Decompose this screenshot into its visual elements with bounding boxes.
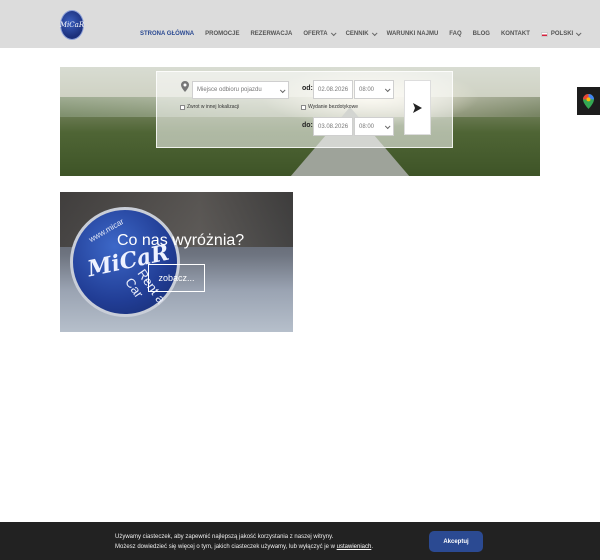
- chevron-down-icon: [279, 87, 286, 94]
- from-label: od:: [302, 85, 313, 92]
- search-submit-button[interactable]: [404, 80, 431, 135]
- chevron-down-icon: [330, 30, 337, 37]
- cookie-line-2: Możesz dowiedzieć się więcej o tym, jaki…: [115, 544, 373, 550]
- nav-home[interactable]: STRONA GŁÓWNA: [140, 31, 194, 37]
- nav-blog[interactable]: BLOG: [473, 31, 490, 37]
- nav-offer[interactable]: OFERTA: [303, 30, 337, 37]
- logo-text: MiCaR: [59, 21, 85, 29]
- language-switcher[interactable]: POLSKI: [540, 30, 582, 37]
- nav-rental-terms[interactable]: WARUNKI NAJMU: [387, 31, 439, 37]
- return-other-location-checkbox[interactable]: Zwrot w innej lokalizacji: [180, 104, 239, 110]
- site-logo[interactable]: MiCaR: [60, 10, 84, 40]
- nav-pricing[interactable]: CENNIK: [346, 30, 378, 37]
- nav-faq[interactable]: FAQ: [449, 31, 461, 37]
- cookie-text: Używamy ciasteczek, aby zapewnić najleps…: [115, 532, 373, 552]
- chevron-down-icon: [576, 30, 582, 37]
- see-more-button[interactable]: zobacz...: [148, 264, 205, 292]
- to-label: do:: [302, 122, 313, 129]
- cookie-settings-link[interactable]: ustawieniach: [337, 544, 372, 550]
- nav-reservation[interactable]: REZERWACJA: [250, 31, 292, 37]
- micar-badge-image: www.micar MiCaR Rent a Car: [70, 207, 180, 317]
- nav-promotions[interactable]: PROMOCJE: [205, 31, 239, 37]
- google-maps-widget[interactable]: [577, 87, 600, 115]
- promo-title: Co nas wyróżnia?: [117, 232, 245, 249]
- from-date-field[interactable]: 02.08.2026: [313, 80, 353, 99]
- contactless-delivery-checkbox[interactable]: Wydanie bezdotykowe: [301, 104, 358, 110]
- to-date-field[interactable]: 03.08.2026: [313, 117, 353, 136]
- checkbox-box[interactable]: [301, 104, 306, 110]
- promo-card: www.micar MiCaR Rent a Car: [60, 192, 293, 332]
- site-header: MiCaR STRONA GŁÓWNA PROMOCJE REZERWACJA …: [0, 0, 600, 48]
- location-pin-icon: [181, 81, 189, 92]
- to-time-select[interactable]: 08:00: [354, 117, 394, 136]
- arrow-right-icon: [413, 102, 422, 113]
- nav-contact[interactable]: KONTAKT: [501, 31, 530, 37]
- chevron-down-icon: [384, 86, 391, 93]
- accept-cookies-button[interactable]: Akceptuj: [429, 531, 483, 552]
- polish-flag-icon: [540, 31, 548, 37]
- checkbox-box[interactable]: [180, 104, 185, 110]
- pickup-location-select[interactable]: Miejsce odbioru pojazdu: [192, 81, 289, 99]
- page: MiCaR STRONA GŁÓWNA PROMOCJE REZERWACJA …: [0, 0, 600, 560]
- google-maps-pin-icon: [583, 93, 594, 109]
- cookie-line-1: Używamy ciasteczek, aby zapewnić najleps…: [115, 534, 334, 540]
- cookie-banner: Używamy ciasteczek, aby zapewnić najleps…: [0, 522, 600, 560]
- chevron-down-icon: [371, 30, 378, 37]
- main-nav: STRONA GŁÓWNA PROMOCJE REZERWACJA OFERTA…: [140, 30, 591, 37]
- from-time-select[interactable]: 08:00: [354, 80, 394, 99]
- chevron-down-icon: [384, 123, 391, 130]
